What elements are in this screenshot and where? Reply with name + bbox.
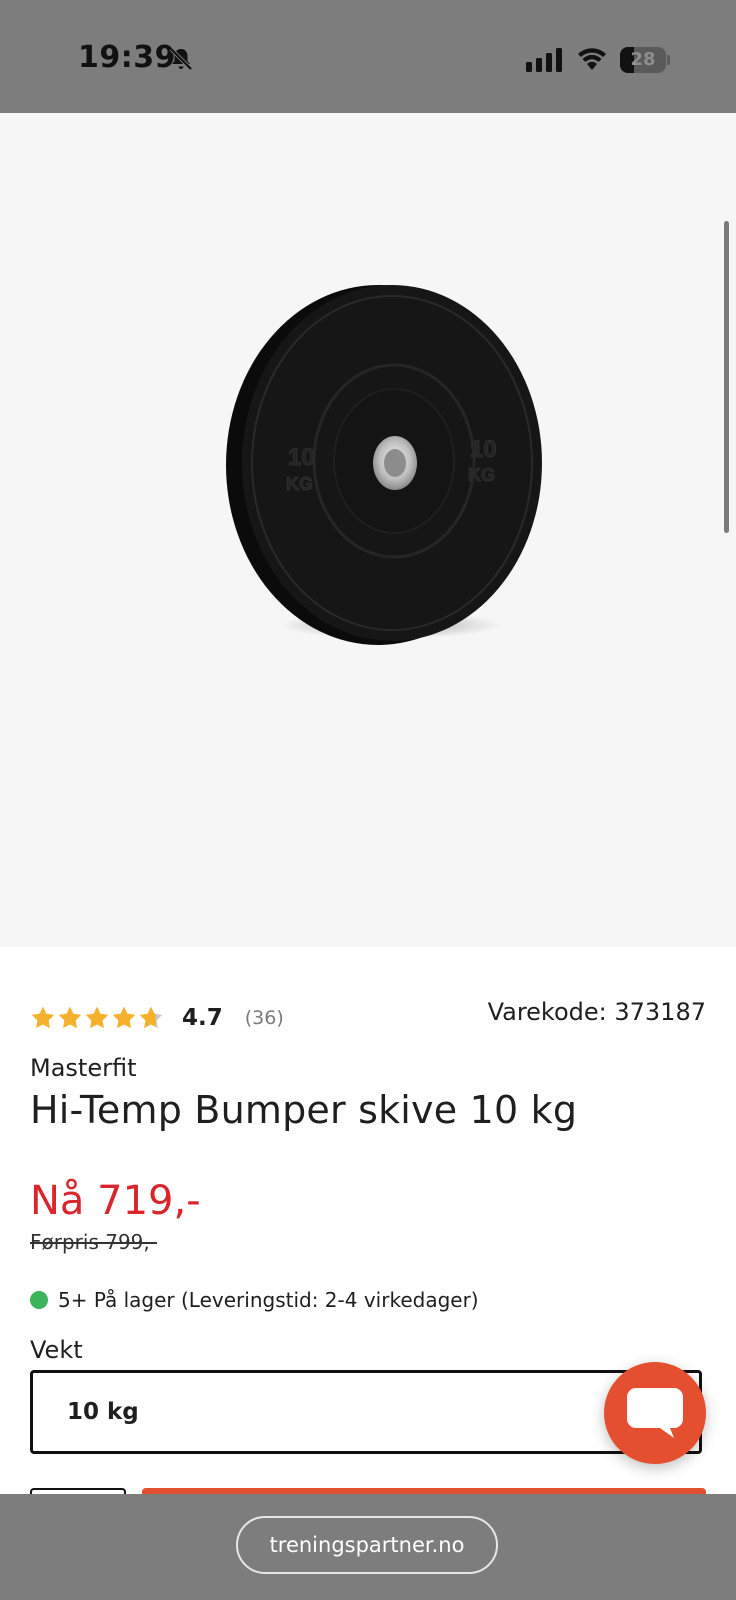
battery-level: 28 [630, 49, 656, 70]
review-count[interactable]: (36) [245, 1007, 284, 1029]
star-icon [31, 1006, 55, 1029]
cellular-signal-icon [526, 48, 562, 72]
battery-tip [667, 55, 670, 65]
status-bar: 19:39 28 [0, 0, 736, 113]
image-scrollbar[interactable] [724, 221, 729, 533]
star-icon [112, 1006, 136, 1029]
plate-label-left-number: 10 [288, 444, 315, 471]
weight-selected-value: 10 kg [67, 1399, 139, 1425]
star-half-icon [139, 1006, 163, 1029]
star-icon [85, 1006, 109, 1029]
product-sku: Varekode: 373187 [487, 998, 706, 1026]
browser-bottom-bar: treningspartner.no [0, 1494, 736, 1600]
rating-value: 4.7 [182, 1005, 223, 1031]
bell-muted-icon [169, 47, 193, 71]
chat-bubble-icon [627, 1388, 683, 1438]
product-rating[interactable]: 4.7 (36) [30, 1000, 284, 1036]
previous-price: Førpris 799,- [30, 1230, 157, 1254]
weight-select[interactable]: 10 kg [30, 1370, 702, 1454]
stock-text: 5+ På lager (Leveringstid: 2-4 virkedage… [58, 1288, 479, 1312]
star-icon [58, 1006, 82, 1029]
product-image-area[interactable]: 10 KG 10 KG [0, 113, 736, 947]
stock-status: 5+ På lager (Leveringstid: 2-4 virkedage… [30, 1288, 479, 1312]
battery-icon: 28 [620, 47, 670, 73]
plate-label-left-unit: KG [286, 474, 313, 494]
current-price: Nå 719,- [30, 1178, 201, 1224]
plate-label-right-number: 10 [470, 436, 497, 463]
rating-stars [30, 1005, 164, 1031]
plate-label-right-unit: KG [468, 465, 495, 485]
in-stock-dot-icon [30, 1291, 48, 1309]
weight-label: Vekt [30, 1336, 83, 1364]
product-image-bumper-plate[interactable]: 10 KG 10 KG [210, 265, 550, 665]
product-title: Hi-Temp Bumper skive 10 kg [30, 1088, 578, 1132]
product-brand[interactable]: Masterfit [30, 1054, 137, 1082]
wifi-icon [578, 48, 606, 70]
chat-button[interactable] [604, 1362, 706, 1464]
clock: 19:39 [78, 40, 176, 75]
address-bar[interactable]: treningspartner.no [236, 1516, 498, 1574]
